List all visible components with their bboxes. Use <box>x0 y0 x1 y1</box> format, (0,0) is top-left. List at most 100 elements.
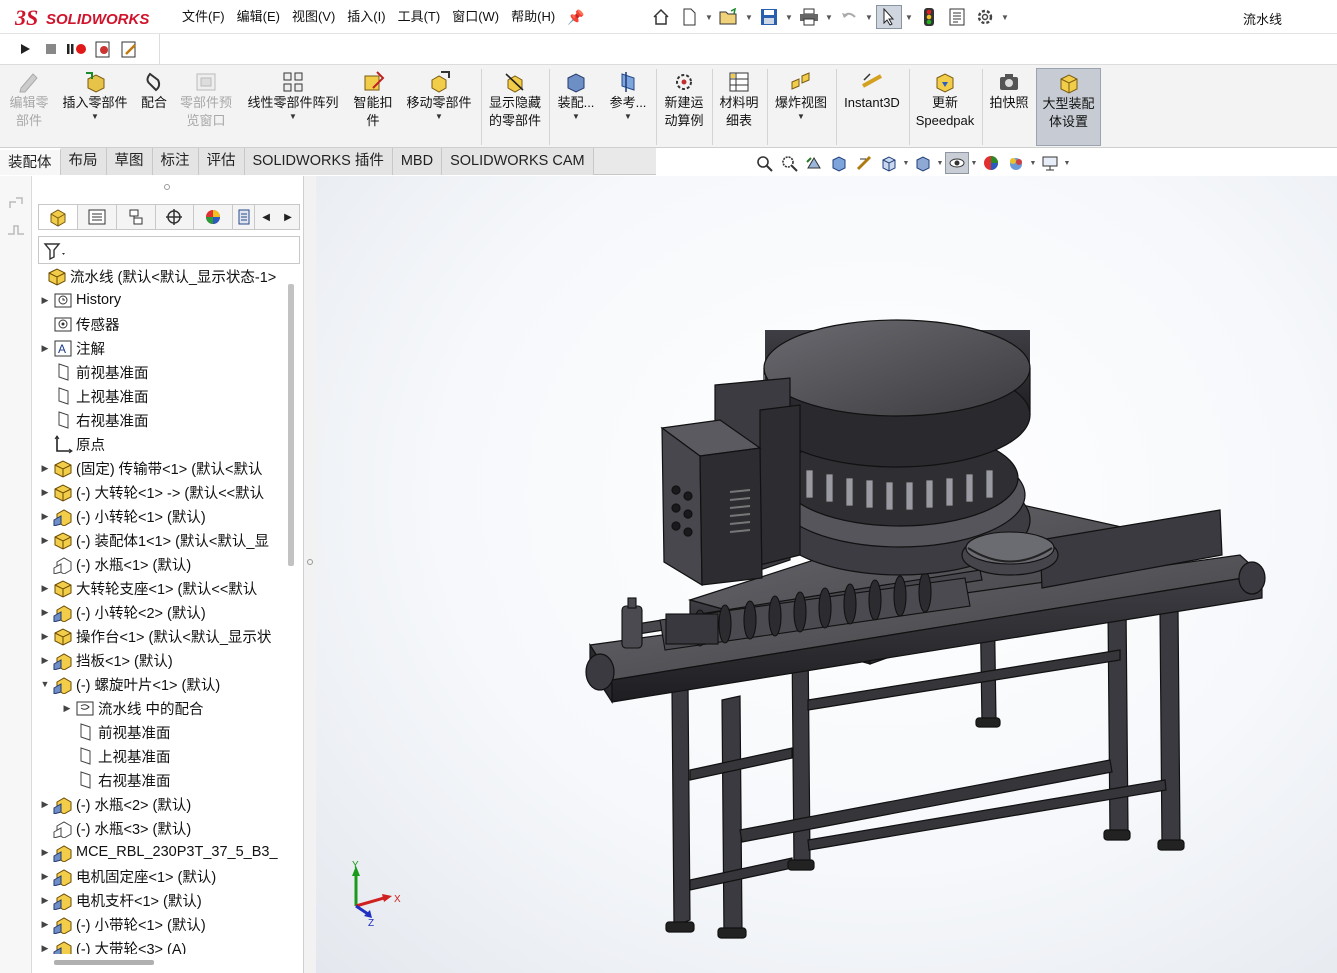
mate-button[interactable]: 配合 <box>136 68 172 146</box>
zoom-to-fit-icon[interactable] <box>752 152 776 174</box>
menu-help[interactable]: 帮助(H) <box>505 0 561 34</box>
undo-icon[interactable] <box>836 5 862 29</box>
tree-item[interactable]: (-) 水瓶<3> (默认) <box>32 816 284 840</box>
collapse-arrow-icon[interactable]: ▼ <box>40 679 50 689</box>
tree-item[interactable]: 右视基准面 <box>32 408 284 432</box>
tree-item[interactable]: 前视基准面 <box>32 360 284 384</box>
expand-arrow-icon[interactable]: ▶ <box>40 343 50 354</box>
panel-tabs-scroll-right-icon[interactable]: ▶ <box>277 205 299 229</box>
menu-window[interactable]: 窗口(W) <box>446 0 505 34</box>
tab-evaluate[interactable]: 评估 <box>198 148 245 175</box>
print-icon[interactable] <box>796 5 822 29</box>
tree-item[interactable]: ▶ 挡板<1> (默认) <box>32 648 284 672</box>
previous-view-icon[interactable] <box>802 152 826 174</box>
featuremanager-icon[interactable] <box>39 205 78 229</box>
apply-scene-dropdown[interactable]: ▼ <box>1029 160 1037 167</box>
instant3d-button[interactable]: Instant3D <box>838 68 906 146</box>
tree-item[interactable]: ▶ 大转轮支座<1> (默认<<默认 <box>32 576 284 600</box>
tree-item[interactable]: 右视基准面 <box>32 768 284 792</box>
expand-arrow-icon[interactable]: ▶ <box>40 799 50 810</box>
select-dropdown[interactable]: ▼ <box>904 5 914 29</box>
tree-item[interactable]: ▶ (-) 大转轮<1> -> (默认<<默认 <box>32 480 284 504</box>
insert-component-button[interactable]: 插入零部件 ▼ <box>56 68 134 146</box>
reference-geometry-button[interactable]: 参考... ▼ <box>604 68 652 146</box>
section-view-icon[interactable] <box>827 152 851 174</box>
tree-item[interactable]: ▼ (-) 螺旋叶片<1> (默认) <box>32 672 284 696</box>
panel-splitter[interactable] <box>304 176 316 973</box>
graphics-area[interactable]: Y X Z <box>316 176 1337 973</box>
expand-arrow-icon[interactable]: ▶ <box>40 943 50 954</box>
open-icon[interactable] <box>716 5 742 29</box>
insert-component-dropdown-icon[interactable]: ▼ <box>91 112 99 122</box>
rebuild-icon[interactable] <box>916 5 942 29</box>
move-component-dropdown-icon[interactable]: ▼ <box>435 112 443 122</box>
linear-pattern-dropdown-icon[interactable]: ▼ <box>289 112 297 122</box>
tree-item[interactable]: 前视基准面 <box>32 720 284 744</box>
move-component-button[interactable]: 移动零部件 ▼ <box>400 68 478 146</box>
panel-grip[interactable] <box>164 184 170 190</box>
apply-scene-icon[interactable] <box>1004 152 1028 174</box>
tree-item[interactable]: 上视基准面 <box>32 384 284 408</box>
new-document-icon[interactable] <box>676 5 702 29</box>
assembly-model[interactable] <box>316 176 1337 973</box>
update-speedpak-button[interactable]: 更新 Speedpak <box>911 68 979 146</box>
expand-arrow-icon[interactable]: ▶ <box>62 703 72 714</box>
stop-macro-icon[interactable] <box>40 38 62 60</box>
expand-arrow-icon[interactable]: ▶ <box>40 487 50 498</box>
tree-item[interactable]: ▶ MCE_RBL_230P3T_37_5_B3_ <box>32 840 284 864</box>
hide-show-items-icon[interactable] <box>945 152 969 174</box>
tree-item[interactable]: ▶ 电机固定座<1> (默认) <box>32 864 284 888</box>
filter-icon[interactable] <box>43 241 69 261</box>
solidworks-logo[interactable]: 3S SOLIDWORKS <box>14 3 154 31</box>
propertymanager-icon[interactable] <box>78 205 117 229</box>
tab-solidworks-addins[interactable]: SOLIDWORKS 插件 <box>244 148 393 175</box>
save-dropdown[interactable]: ▼ <box>784 5 794 29</box>
expand-arrow-icon[interactable]: ▶ <box>40 463 50 474</box>
tree-item[interactable]: ▶ History <box>32 288 284 312</box>
tab-assembly[interactable]: 装配体 <box>0 148 61 175</box>
new-macro-icon[interactable] <box>92 38 114 60</box>
cam-manager-icon[interactable] <box>233 205 256 229</box>
expand-arrow-icon[interactable]: ▶ <box>40 895 50 906</box>
show-hidden-components-button[interactable]: 显示隐藏 的零部件 <box>484 68 546 146</box>
tree-item[interactable]: ▶ (-) 装配体1<1> (默认<默认_显 <box>32 528 284 552</box>
tree-horizontal-scrollbar[interactable] <box>54 960 154 965</box>
tree-item[interactable]: 原点 <box>32 432 284 456</box>
assembly-features-dropdown-icon[interactable]: ▼ <box>572 112 580 122</box>
run-macro-icon[interactable] <box>14 38 36 60</box>
dynamic-annotation-icon[interactable] <box>852 152 876 174</box>
collapse-panel-icon[interactable] <box>6 220 26 243</box>
tree-item[interactable]: ▶ 流水线 中的配合 <box>32 696 284 720</box>
assembly-features-button[interactable]: 装配... ▼ <box>552 68 600 146</box>
expand-arrow-icon[interactable]: ▶ <box>40 631 50 642</box>
expand-arrow-icon[interactable]: ▶ <box>40 511 50 522</box>
options-icon[interactable] <box>972 5 998 29</box>
expand-arrow-icon[interactable]: ▶ <box>40 535 50 546</box>
display-style-dropdown[interactable]: ▼ <box>936 160 944 167</box>
menu-tools[interactable]: 工具(T) <box>392 0 447 34</box>
view-orientation-dropdown[interactable]: ▼ <box>902 160 910 167</box>
tree-item[interactable]: 流水线 (默认<默认_显示状态-1> <box>32 264 284 288</box>
exploded-view-button[interactable]: 爆炸视图 ▼ <box>769 68 833 146</box>
splitter-grip[interactable] <box>307 559 313 565</box>
expand-arrow-icon[interactable]: ▶ <box>40 871 50 882</box>
tree-item[interactable]: ▶ (-) 小转轮<2> (默认) <box>32 600 284 624</box>
zoom-to-area-icon[interactable] <box>777 152 801 174</box>
menu-edit[interactable]: 编辑(E) <box>231 0 286 34</box>
tree-item[interactable]: ▶ (固定) 传输带<1> (默认<默认 <box>32 456 284 480</box>
expand-panel-icon[interactable] <box>6 194 26 217</box>
view-settings-dropdown[interactable]: ▼ <box>1063 160 1071 167</box>
displaymanager-icon[interactable] <box>194 205 234 229</box>
dimxpertmanager-icon[interactable] <box>156 205 195 229</box>
pin-icon[interactable]: 📌 <box>561 0 590 34</box>
tree-item[interactable]: 传感器 <box>32 312 284 336</box>
expand-arrow-icon[interactable]: ▶ <box>40 919 50 930</box>
home-icon[interactable] <box>648 5 674 29</box>
bill-of-materials-button[interactable]: 材料明 细表 <box>714 68 764 146</box>
edit-appearance-icon[interactable] <box>979 152 1003 174</box>
tree-vertical-scrollbar[interactable] <box>288 284 294 566</box>
large-assembly-settings-button[interactable]: 大型装配 体设置 <box>1036 68 1101 146</box>
expand-arrow-icon[interactable]: ▶ <box>40 847 50 858</box>
smart-fasteners-button[interactable]: 智能扣 件 <box>348 68 398 146</box>
file-properties-icon[interactable] <box>944 5 970 29</box>
